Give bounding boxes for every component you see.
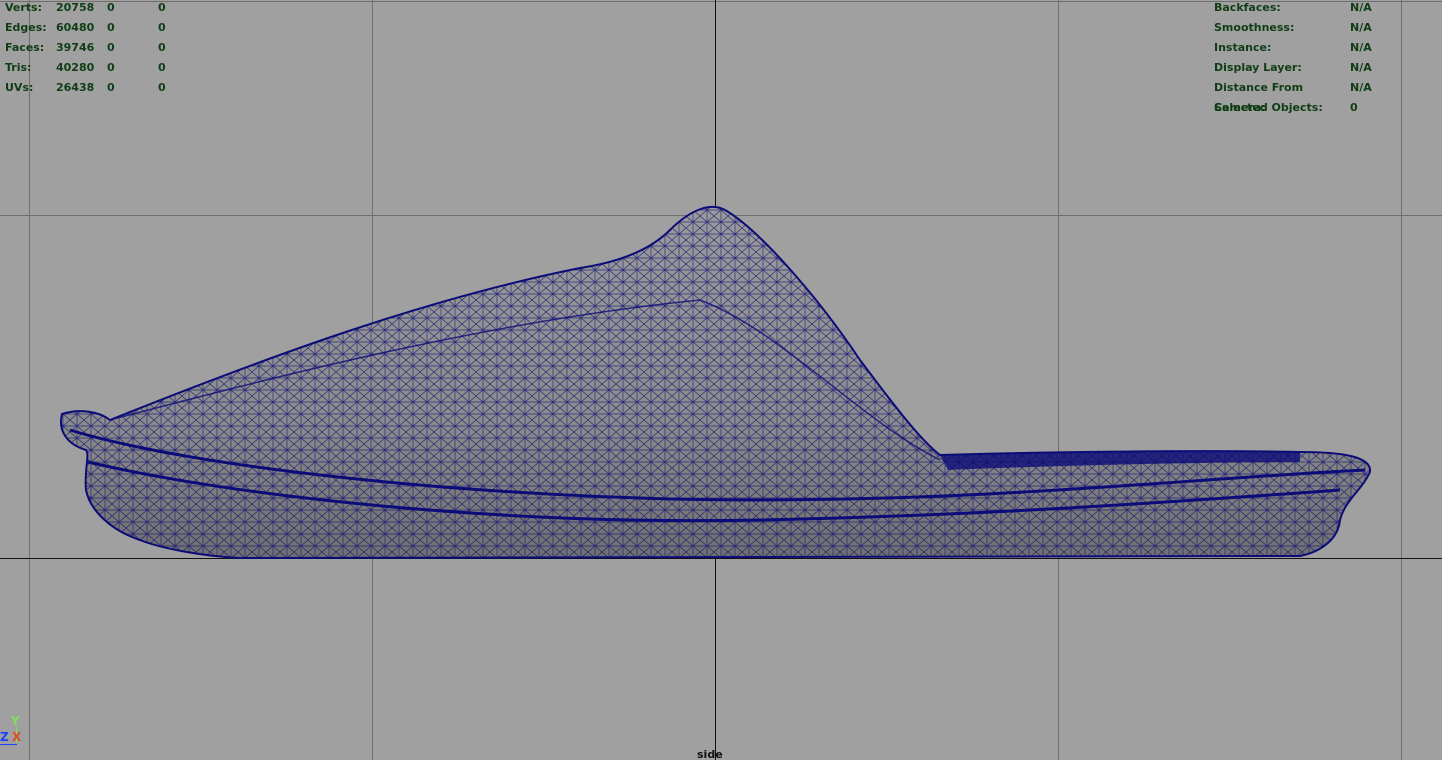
poly-count-row: UVs: 26438 0 0 xyxy=(5,78,198,98)
axis-x-label: X xyxy=(12,730,22,744)
stat-value: 0 xyxy=(107,1,115,14)
object-info-row: Smoothness: N/A xyxy=(1214,18,1410,38)
maya-side-viewport[interactable]: Verts: 20758 0 0 Edges: 60480 0 0 Faces: 39746 0 0 T… xyxy=(0,0,1442,760)
poly-count-row: Faces: 39746 0 0 xyxy=(5,38,198,58)
info-label: Smoothness: xyxy=(1214,21,1295,34)
poly-count-row: Verts: 20758 0 0 xyxy=(5,0,198,18)
info-label: Instance: xyxy=(1214,41,1272,54)
object-info-row: Distance From Camera: N/A xyxy=(1214,78,1410,114)
object-info-hud: Backfaces: N/A Smoothness: N/A Instance: N/A D… xyxy=(1214,0,1410,118)
stat-value: 60480 xyxy=(56,21,95,34)
info-label: Display Layer: xyxy=(1214,61,1302,74)
info-value: N/A xyxy=(1350,41,1372,54)
axis-y-label: Y xyxy=(11,714,20,728)
object-info-row: Selected Objects: 0 xyxy=(1214,98,1410,118)
poly-count-row: Tris: 40280 0 0 xyxy=(5,58,198,78)
stat-value: 40280 xyxy=(56,61,95,74)
info-value: N/A xyxy=(1350,81,1372,94)
stat-label: Edges: xyxy=(5,21,47,34)
object-info-row: Backfaces: N/A xyxy=(1214,0,1410,18)
axis-z-label: Z xyxy=(0,730,9,744)
object-info-row: Display Layer: N/A xyxy=(1214,58,1410,78)
stat-value: 0 xyxy=(107,21,115,34)
info-value: 0 xyxy=(1350,101,1358,114)
stat-value: 20758 xyxy=(56,1,95,14)
info-value: N/A xyxy=(1350,21,1372,34)
stat-value: 0 xyxy=(107,61,115,74)
stat-label: Faces: xyxy=(5,41,45,54)
stat-value: 39746 xyxy=(56,41,95,54)
poly-count-row: Edges: 60480 0 0 xyxy=(5,18,198,38)
stat-value: 0 xyxy=(158,21,166,34)
axis-z-line xyxy=(0,744,17,745)
stat-value: 0 xyxy=(158,81,166,94)
object-info-row: Instance: N/A xyxy=(1214,38,1410,58)
poly-count-hud: Verts: 20758 0 0 Edges: 60480 0 0 Faces: 39746 0 0 T… xyxy=(5,0,198,98)
stat-label: UVs: xyxy=(5,81,34,94)
camera-name-label: side xyxy=(697,748,723,760)
stat-value: 0 xyxy=(158,61,166,74)
stat-value: 0 xyxy=(158,41,166,54)
stat-value: 0 xyxy=(107,41,115,54)
stat-value: 26438 xyxy=(56,81,95,94)
info-label: Selected Objects: xyxy=(1214,101,1323,114)
stat-value: 0 xyxy=(158,1,166,14)
info-value: N/A xyxy=(1350,1,1372,14)
info-value: N/A xyxy=(1350,61,1372,74)
view-axis-indicator: Y Z X xyxy=(0,714,24,746)
stat-label: Tris: xyxy=(5,61,32,74)
stat-value: 0 xyxy=(107,81,115,94)
stat-label: Verts: xyxy=(5,1,43,14)
info-label: Backfaces: xyxy=(1214,1,1281,14)
info-label: Distance From Camera: xyxy=(1214,81,1304,114)
